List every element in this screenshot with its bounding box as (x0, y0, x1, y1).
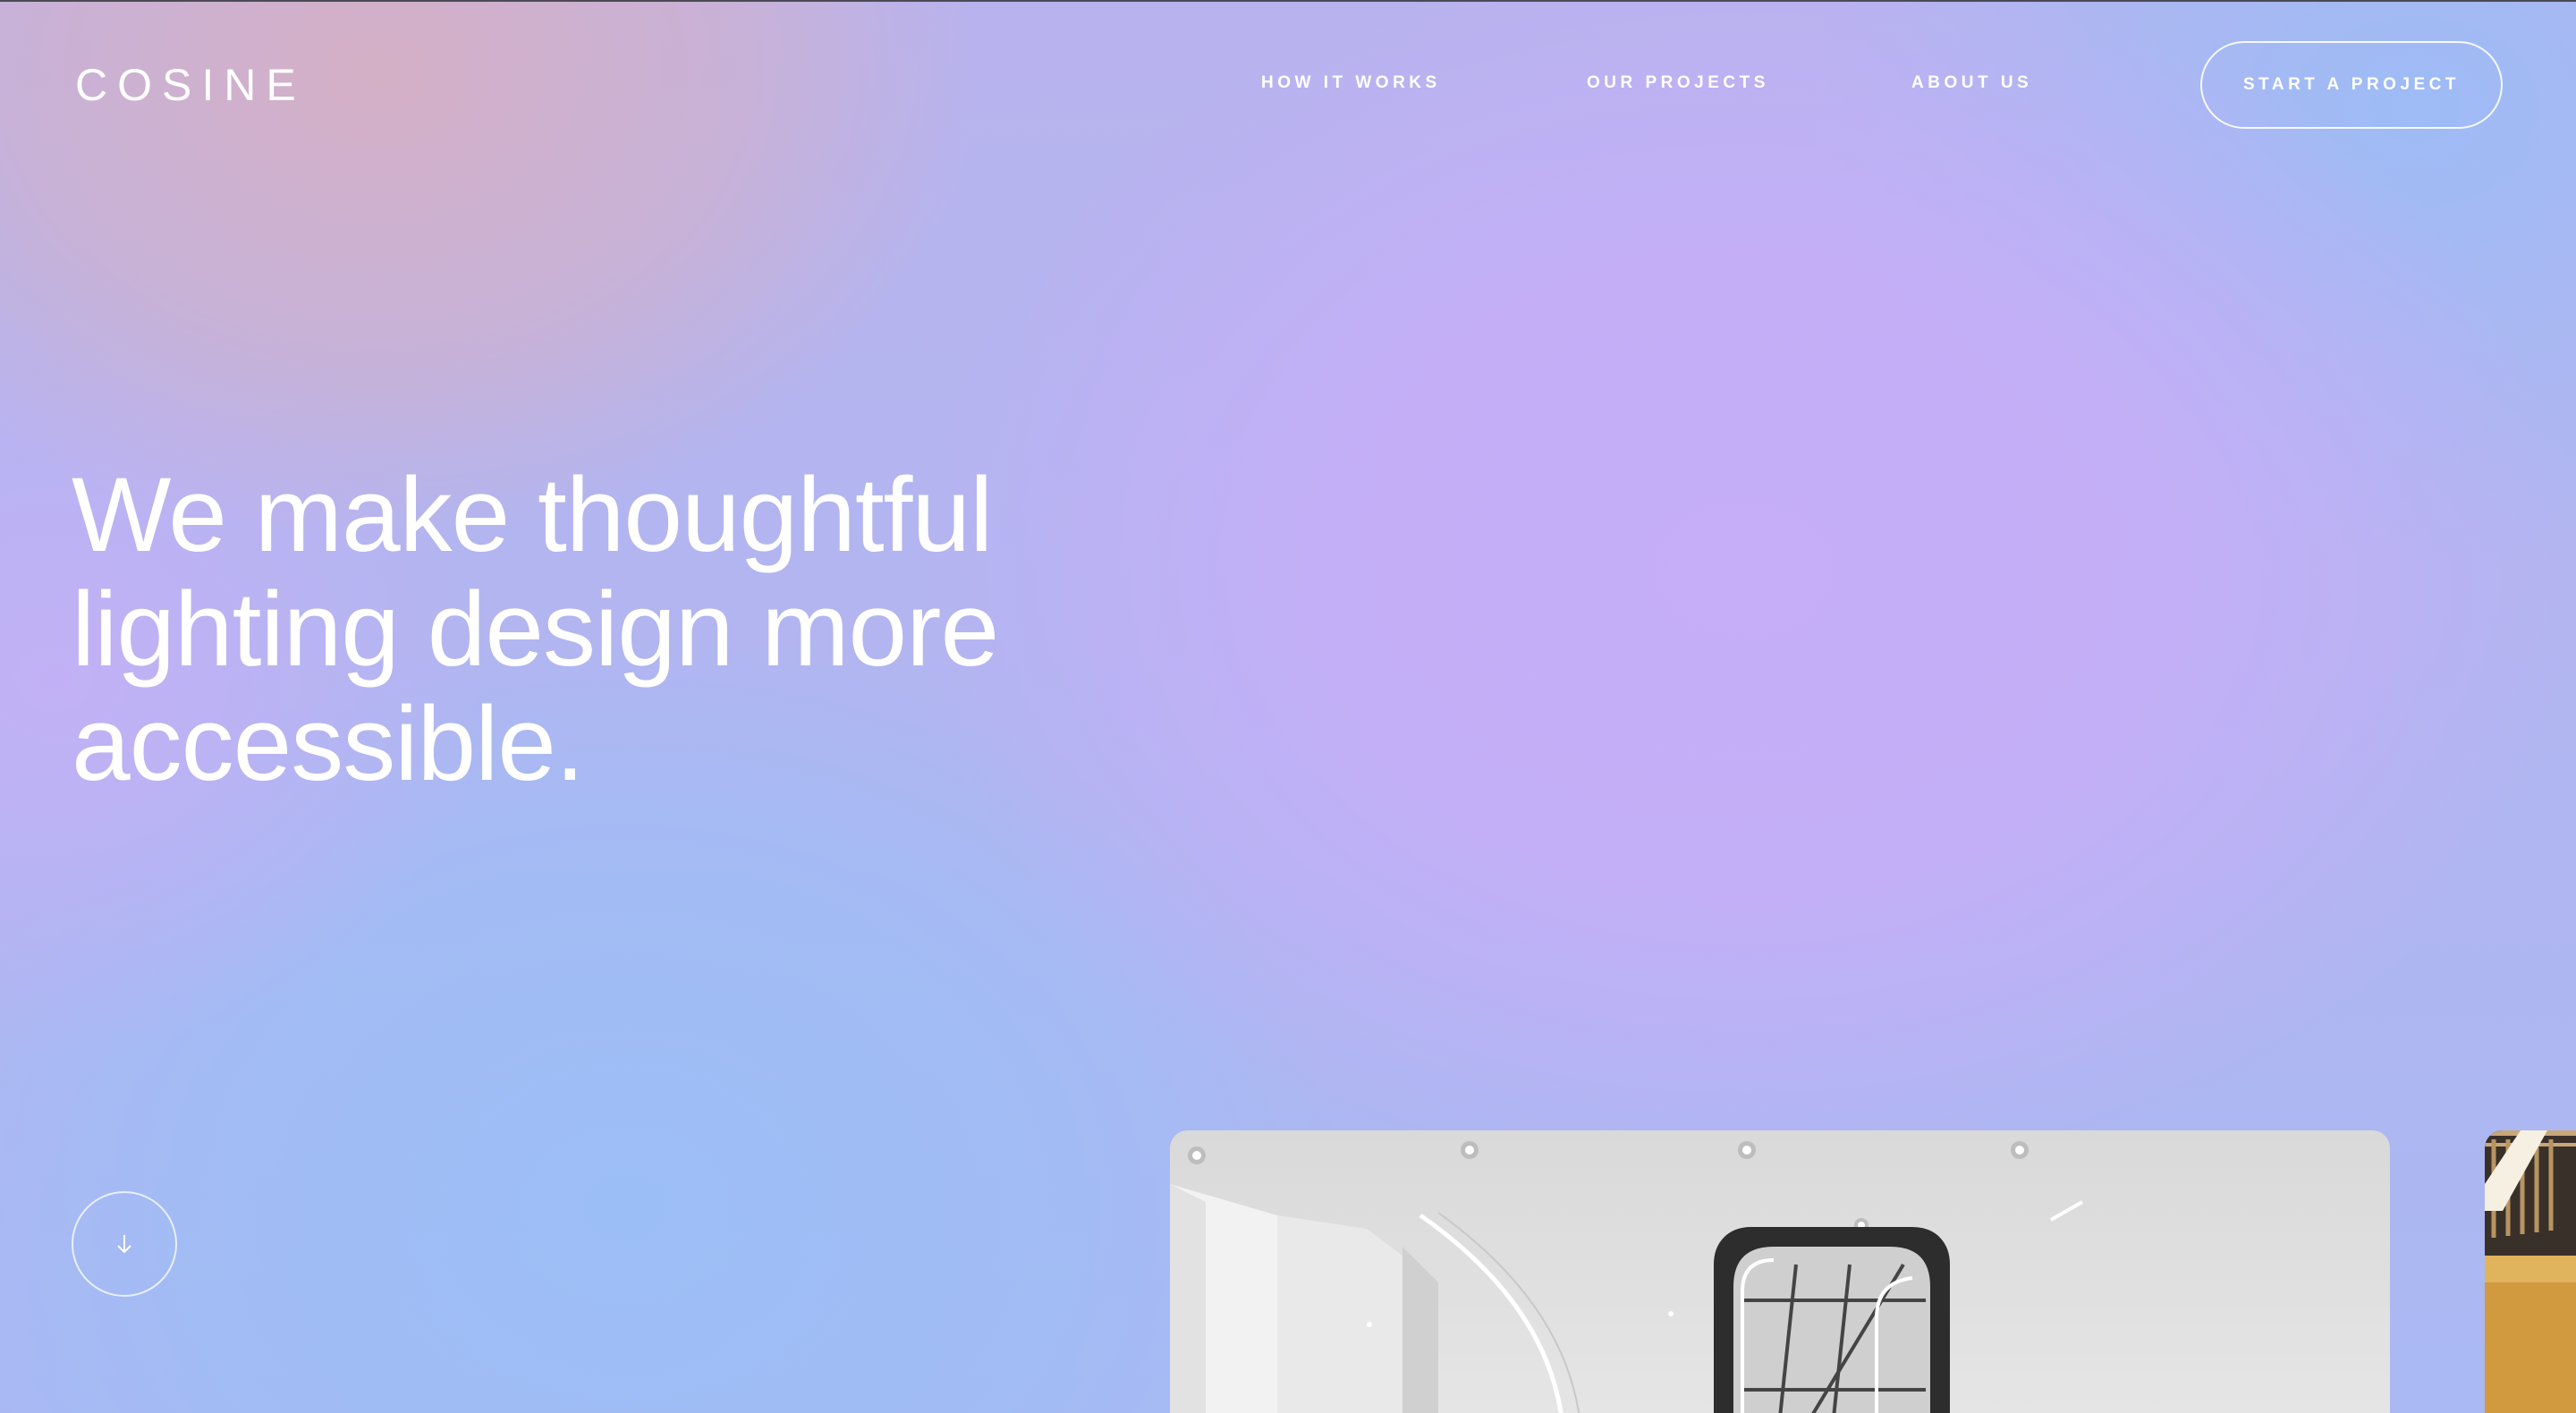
arrow-down-icon (114, 1232, 134, 1256)
start-project-button[interactable]: START A PROJECT (2200, 41, 2503, 129)
nav-how-it-works[interactable]: HOW IT WORKS (1261, 73, 1441, 93)
next-project-card[interactable] (2485, 1130, 2576, 1413)
nav-our-projects[interactable]: OUR PROJECTS (1587, 73, 1769, 93)
hero-line-1: We make thoughtful (72, 456, 993, 574)
logo[interactable]: COSINE (75, 59, 306, 111)
nav-about-us[interactable]: ABOUT US (1911, 73, 2032, 93)
project-card-image[interactable] (1170, 1130, 2390, 1413)
page-background: COSINE HOW IT WORKS OUR PROJECTS ABOUT U… (0, 0, 2576, 1413)
next-project-photo (2485, 1130, 2576, 1413)
interior-photo (1170, 1130, 2390, 1413)
hero-line-3: accessible. (72, 685, 585, 803)
hero-line-2: lighting design more (72, 571, 999, 689)
scroll-down-button[interactable] (72, 1191, 177, 1297)
hero-headline: We make thoughtful lighting design more ac… (72, 458, 1145, 801)
start-project-label: START A PROJECT (2242, 75, 2461, 94)
top-border (0, 0, 2576, 2)
